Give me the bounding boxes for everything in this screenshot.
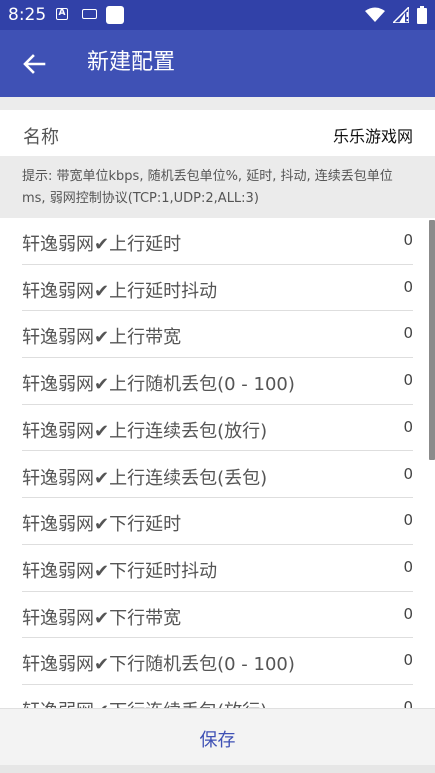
- list-item[interactable]: 轩逸弱网✔下行随机丢包(0 - 100) 0: [22, 638, 413, 685]
- status-bar: 8:25 A: [0, 0, 435, 30]
- notification-a-icon: A: [56, 8, 68, 20]
- status-time: 8:25: [8, 5, 47, 25]
- list-item[interactable]: 轩逸弱网✔上行延时抖动 0: [22, 265, 413, 312]
- top-divider: [0, 97, 435, 110]
- keyboard-icon: [82, 9, 97, 19]
- save-button[interactable]: 保存: [0, 723, 435, 759]
- setting-value[interactable]: 0: [403, 278, 413, 296]
- setting-label: 轩逸弱网✔下行随机丢包(0 - 100): [22, 654, 295, 676]
- setting-value[interactable]: 0: [403, 558, 413, 576]
- signal-icon: [393, 7, 409, 23]
- setting-label: 轩逸弱网✔下行连续丢包(放行): [22, 697, 267, 708]
- setting-label: 轩逸弱网✔下行延时: [22, 514, 182, 536]
- setting-value[interactable]: 0: [403, 324, 413, 342]
- hint-text: 提示: 带宽单位kbps, 随机丢包单位%, 延时, 抖动, 连续丢包单位ms,…: [0, 156, 435, 218]
- setting-value[interactable]: 0: [403, 371, 413, 389]
- list-item[interactable]: 轩逸弱网✔上行带宽 0: [22, 311, 413, 359]
- setting-value[interactable]: 0: [403, 651, 413, 669]
- list-item[interactable]: 轩逸弱网✔上行连续丢包(丢包) 0: [22, 452, 413, 499]
- setting-value[interactable]: 0: [403, 465, 413, 483]
- list-item[interactable]: 轩逸弱网✔上行延时 0: [22, 218, 413, 265]
- list-item[interactable]: 轩逸弱网✔上行随机丢包(0 - 100) 0: [22, 358, 413, 405]
- setting-label: 轩逸弱网✔上行延时抖动: [22, 280, 218, 302]
- wifi-icon: [365, 7, 385, 22]
- name-field-row[interactable]: 名称 乐乐游戏网: [0, 110, 435, 156]
- page-title: 新建配置: [87, 50, 176, 75]
- setting-label: 轩逸弱网✔上行随机丢包(0 - 100): [22, 374, 295, 396]
- battery-icon: [417, 6, 427, 24]
- app-bar: 新建配置: [0, 30, 435, 97]
- setting-label: 轩逸弱网✔下行延时抖动: [22, 560, 218, 582]
- setting-label: 轩逸弱网✔下行带宽: [22, 607, 182, 629]
- setting-value[interactable]: 0: [403, 231, 413, 249]
- setting-value[interactable]: 0: [403, 418, 413, 436]
- list-item[interactable]: 轩逸弱网✔下行带宽 0: [22, 592, 413, 639]
- setting-label: 轩逸弱网✔上行延时: [22, 234, 182, 255]
- list-item[interactable]: 轩逸弱网✔下行延时 0: [22, 498, 413, 545]
- setting-value[interactable]: 0: [403, 605, 413, 623]
- setting-label: 轩逸弱网✔上行连续丢包(放行): [22, 420, 268, 442]
- bottom-strip: [0, 765, 435, 773]
- settings-list[interactable]: 轩逸弱网✔上行延时 0 轩逸弱网✔上行延时抖动 0 轩逸弱网✔上行带宽 0 轩逸…: [0, 218, 435, 708]
- name-field-value[interactable]: 乐乐游戏网: [333, 123, 413, 147]
- status-icons: [365, 6, 427, 24]
- app-square-icon: [106, 6, 124, 24]
- setting-label: 轩逸弱网✔上行连续丢包(丢包): [22, 467, 268, 489]
- back-button[interactable]: [18, 48, 50, 80]
- arrow-left-icon: [23, 54, 46, 74]
- list-scrollbar[interactable]: [429, 220, 435, 460]
- setting-label: 轩逸弱网✔上行带宽: [22, 327, 182, 349]
- list-item[interactable]: 轩逸弱网✔下行连续丢包(放行) 0: [22, 685, 413, 708]
- setting-value[interactable]: 0: [403, 511, 413, 529]
- list-item[interactable]: 轩逸弱网✔下行延时抖动 0: [22, 545, 413, 592]
- list-item[interactable]: 轩逸弱网✔上行连续丢包(放行) 0: [22, 405, 413, 452]
- name-field-label: 名称: [23, 127, 59, 148]
- setting-value[interactable]: 0: [403, 698, 413, 708]
- save-bar: 保存: [0, 708, 435, 773]
